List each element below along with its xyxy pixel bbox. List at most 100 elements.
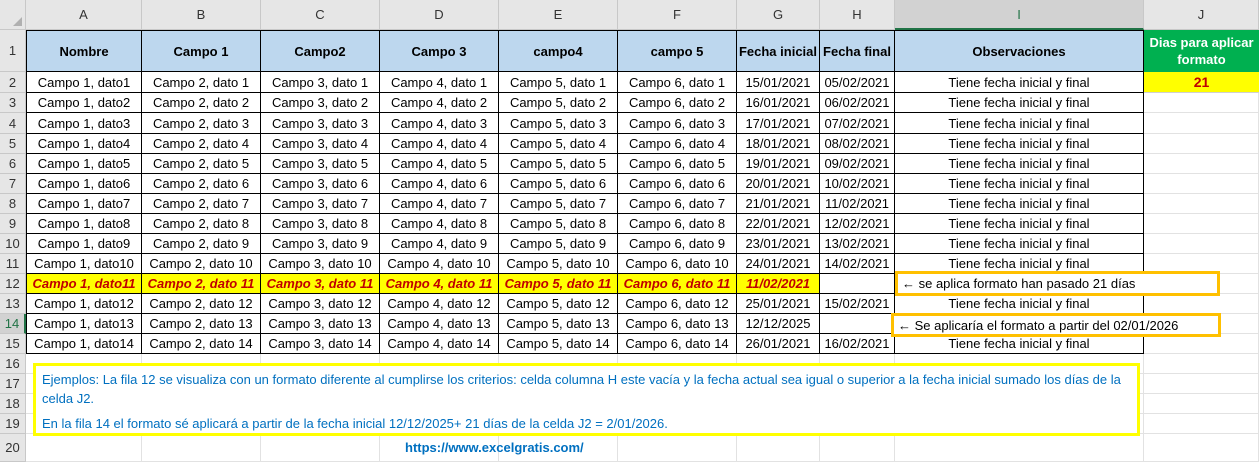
header-cell[interactable]: campo 5: [618, 30, 737, 72]
row-header-3[interactable]: 3: [0, 93, 26, 113]
data-cell[interactable]: Tiene fecha inicial y final: [895, 294, 1144, 314]
data-cell[interactable]: Campo 2, dato 6: [142, 174, 261, 194]
data-cell[interactable]: Campo 4, dato 4: [380, 134, 499, 154]
data-cell[interactable]: Campo 6, dato 4: [618, 134, 737, 154]
row-header-13[interactable]: 13: [0, 294, 26, 314]
row-header-18[interactable]: 18: [0, 394, 26, 414]
data-cell[interactable]: Campo 3, dato 5: [261, 154, 380, 174]
data-cell[interactable]: Campo 3, dato 3: [261, 113, 380, 134]
data-cell[interactable]: Campo 2, dato 7: [142, 194, 261, 214]
column-header-a[interactable]: A: [26, 0, 142, 30]
data-cell[interactable]: Tiene fecha inicial y final: [895, 174, 1144, 194]
data-cell[interactable]: 11/02/2021: [820, 194, 895, 214]
data-cell[interactable]: Campo 1, dato1: [26, 72, 142, 93]
data-cell[interactable]: 15/02/2021: [820, 294, 895, 314]
row-header-6[interactable]: 6: [0, 154, 26, 174]
data-cell[interactable]: Campo 5, dato 4: [499, 134, 618, 154]
row-header-7[interactable]: 7: [0, 174, 26, 194]
data-cell[interactable]: 13/02/2021: [820, 234, 895, 254]
data-cell[interactable]: 20/01/2021: [737, 174, 820, 194]
row-header-4[interactable]: 4: [0, 113, 26, 134]
data-cell[interactable]: Campo 1, dato2: [26, 93, 142, 113]
row-header-8[interactable]: 8: [0, 194, 26, 214]
data-cell[interactable]: Campo 1, dato13: [26, 314, 142, 334]
data-cell[interactable]: Campo 2, dato 2: [142, 93, 261, 113]
data-cell[interactable]: Campo 1, dato14: [26, 334, 142, 354]
data-cell[interactable]: 08/02/2021: [820, 134, 895, 154]
data-cell[interactable]: Tiene fecha inicial y final: [895, 334, 1144, 354]
data-cell[interactable]: Campo 2, dato 1: [142, 72, 261, 93]
column-header-i[interactable]: I: [895, 0, 1144, 30]
data-cell[interactable]: Campo 6, dato 3: [618, 113, 737, 134]
data-cell[interactable]: Campo 1, dato6: [26, 174, 142, 194]
data-cell[interactable]: Campo 3, dato 1: [261, 72, 380, 93]
data-cell[interactable]: Campo 5, dato 7: [499, 194, 618, 214]
data-cell[interactable]: Campo 6, dato 6: [618, 174, 737, 194]
data-cell[interactable]: Campo 5, dato 10: [499, 254, 618, 274]
data-cell[interactable]: 15/01/2021: [737, 72, 820, 93]
data-cell[interactable]: Campo 3, dato 14: [261, 334, 380, 354]
data-cell[interactable]: Campo 1, dato12: [26, 294, 142, 314]
data-cell[interactable]: Campo 6, dato 7: [618, 194, 737, 214]
data-cell[interactable]: Campo 2, dato 9: [142, 234, 261, 254]
row-header-15[interactable]: 15: [0, 334, 26, 354]
select-all-corner[interactable]: [0, 0, 26, 30]
data-cell[interactable]: 11/02/2021: [737, 274, 820, 294]
data-cell[interactable]: 21/01/2021: [737, 194, 820, 214]
data-cell[interactable]: Campo 2, dato 11: [142, 274, 261, 294]
data-cell[interactable]: Campo 5, dato 1: [499, 72, 618, 93]
data-cell[interactable]: Campo 5, dato 5: [499, 154, 618, 174]
data-cell[interactable]: Campo 6, dato 5: [618, 154, 737, 174]
column-header-f[interactable]: F: [618, 0, 737, 30]
data-cell[interactable]: 09/02/2021: [820, 154, 895, 174]
data-cell[interactable]: Campo 1, dato4: [26, 134, 142, 154]
data-cell[interactable]: Campo 6, dato 9: [618, 234, 737, 254]
data-cell[interactable]: Campo 4, dato 8: [380, 214, 499, 234]
data-cell[interactable]: 12/12/2025: [737, 314, 820, 334]
data-cell[interactable]: Campo 1, dato9: [26, 234, 142, 254]
data-cell[interactable]: Campo 1, dato8: [26, 214, 142, 234]
data-cell[interactable]: Campo 5, dato 9: [499, 234, 618, 254]
data-cell[interactable]: 19/01/2021: [737, 154, 820, 174]
row-header-1[interactable]: 1: [0, 30, 26, 72]
data-cell[interactable]: Campo 2, dato 14: [142, 334, 261, 354]
row-header-11[interactable]: 11: [0, 254, 26, 274]
data-cell[interactable]: Campo 6, dato 8: [618, 214, 737, 234]
data-cell[interactable]: Campo 6, dato 2: [618, 93, 737, 113]
header-cell[interactable]: Campo 3: [380, 30, 499, 72]
data-cell[interactable]: Campo 6, dato 11: [618, 274, 737, 294]
row-header-5[interactable]: 5: [0, 134, 26, 154]
header-cell[interactable]: Campo 1: [142, 30, 261, 72]
data-cell[interactable]: [820, 314, 895, 334]
data-cell[interactable]: Campo 5, dato 14: [499, 334, 618, 354]
data-cell[interactable]: 17/01/2021: [737, 113, 820, 134]
data-cell[interactable]: Campo 3, dato 9: [261, 234, 380, 254]
header-cell[interactable]: Campo2: [261, 30, 380, 72]
data-cell[interactable]: 24/01/2021: [737, 254, 820, 274]
data-cell[interactable]: 06/02/2021: [820, 93, 895, 113]
website-link[interactable]: https://www.excelgratis.com/: [405, 440, 584, 455]
data-cell[interactable]: Campo 3, dato 2: [261, 93, 380, 113]
data-cell[interactable]: Campo 3, dato 7: [261, 194, 380, 214]
data-cell[interactable]: Campo 4, dato 7: [380, 194, 499, 214]
data-cell[interactable]: Campo 3, dato 12: [261, 294, 380, 314]
data-cell[interactable]: Campo 4, dato 12: [380, 294, 499, 314]
header-cell[interactable]: Nombre: [26, 30, 142, 72]
data-cell[interactable]: Campo 1, dato3: [26, 113, 142, 134]
row-header-9[interactable]: 9: [0, 214, 26, 234]
data-cell[interactable]: Campo 1, dato5: [26, 154, 142, 174]
data-cell[interactable]: Campo 6, dato 10: [618, 254, 737, 274]
column-header-d[interactable]: D: [380, 0, 499, 30]
data-cell[interactable]: Campo 3, dato 10: [261, 254, 380, 274]
row-header-20[interactable]: 20: [0, 434, 26, 462]
data-cell[interactable]: 26/01/2021: [737, 334, 820, 354]
row-header-2[interactable]: 2: [0, 72, 26, 93]
data-cell[interactable]: Campo 4, dato 1: [380, 72, 499, 93]
column-header-e[interactable]: E: [499, 0, 618, 30]
data-cell[interactable]: Campo 2, dato 4: [142, 134, 261, 154]
data-cell[interactable]: 12/02/2021: [820, 214, 895, 234]
data-cell[interactable]: Campo 2, dato 13: [142, 314, 261, 334]
data-cell[interactable]: 05/02/2021: [820, 72, 895, 93]
data-cell[interactable]: Campo 3, dato 4: [261, 134, 380, 154]
data-cell[interactable]: Campo 4, dato 11: [380, 274, 499, 294]
